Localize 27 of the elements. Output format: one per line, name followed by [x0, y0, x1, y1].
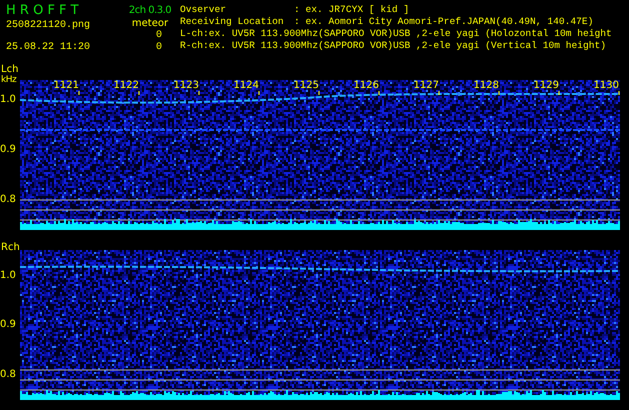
axis-label: 0.9 [0, 144, 16, 156]
channel-label: Lch [0, 63, 20, 75]
axis-label: 0.9 [0, 319, 16, 331]
channel-label: Rch [0, 241, 20, 253]
unit-label: kHz [0, 75, 18, 86]
time-label: 1124 [234, 80, 259, 91]
channel-info: L-ch:ex. UV5R 113.900Mhz(SAPPORO VOR)USB ,2-ele yagi (Holozontal 10m height [180, 28, 613, 40]
count-value: 0 [156, 30, 162, 42]
time-label: 1122 [114, 80, 139, 91]
axis-label: 1.0 [0, 270, 16, 282]
time-label: 1130 [594, 80, 619, 91]
axis-label: 0.8 [0, 194, 16, 206]
version-label: 2ch 0.3.0 [128, 4, 172, 17]
mode-label: meteor [132, 17, 168, 30]
count-value: 0 [156, 42, 162, 54]
filename: 2508221120.png [6, 20, 92, 32]
info-label: Receiving Location [180, 16, 285, 28]
axis-label: 0.8 [0, 369, 16, 381]
time-label: 1128 [474, 80, 499, 91]
axis-label: 1.0 [0, 94, 16, 106]
app-title: H R O F F T [6, 4, 80, 18]
time-label: 1126 [354, 80, 379, 91]
datetime: 25.08.22 11:20 [6, 42, 92, 54]
info-label: Ovserver [180, 4, 228, 16]
channel-info: R-ch:ex. UV5R 113.900Mhz(SAPPORO VOR)USB ,2-ele yagi (Vertical 10m height) [180, 40, 608, 52]
info-value: : ex. Aomori City Aomori-Pref.JAPAN(40.49N, 140.47E) [294, 16, 594, 28]
info-value: : ex. JR7CYX [ kid ] [294, 4, 410, 16]
